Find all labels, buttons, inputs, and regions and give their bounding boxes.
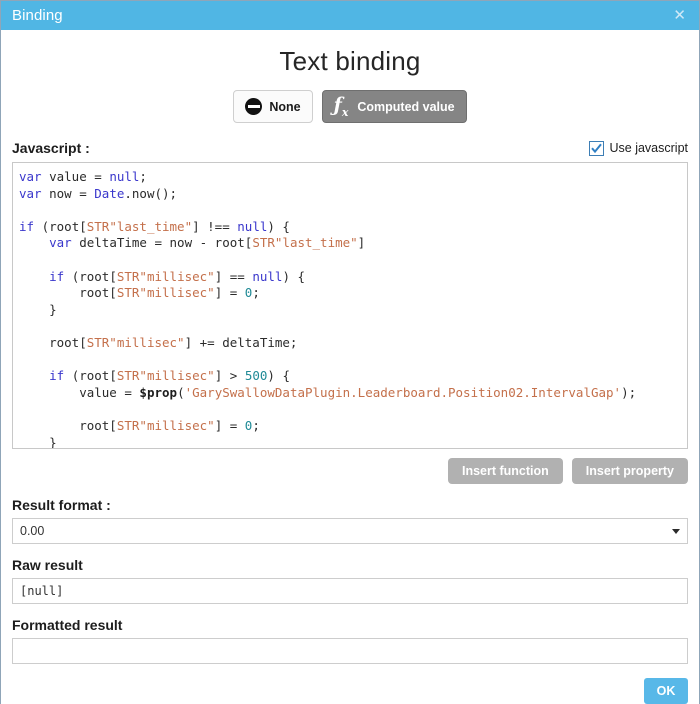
javascript-code-editor[interactable]: var value = null; var now = Date.now(); … xyxy=(12,162,688,449)
page-title: Text binding xyxy=(12,30,688,77)
result-format-select[interactable]: 0.00 xyxy=(12,518,688,544)
code-content: var value = null; var now = Date.now(); … xyxy=(19,169,687,449)
chevron-down-icon xyxy=(672,529,680,534)
use-javascript-label: Use javascript xyxy=(610,141,689,155)
insert-button-row: Insert function Insert property xyxy=(12,458,688,484)
result-format-label: Result format : xyxy=(12,497,688,513)
formatted-result-label: Formatted result xyxy=(12,617,688,633)
raw-result-value: [null] xyxy=(20,584,63,598)
result-format-value: 0.00 xyxy=(20,524,44,538)
raw-result-label: Raw result xyxy=(12,557,688,573)
ok-button[interactable]: OK xyxy=(644,678,688,704)
window-title: Binding xyxy=(12,7,63,24)
binding-dialog: Binding ✕ Text binding None ƒx Computed … xyxy=(0,0,700,704)
checkmark-icon xyxy=(591,143,602,154)
title-bar: Binding ✕ xyxy=(1,1,699,30)
insert-function-button[interactable]: Insert function xyxy=(448,458,563,484)
no-entry-icon xyxy=(245,98,262,115)
checkbox-icon[interactable] xyxy=(589,141,604,156)
fx-icon: ƒx xyxy=(334,96,351,118)
binding-mode-group: None ƒx Computed value xyxy=(12,90,688,123)
dialog-footer: OK xyxy=(12,678,688,704)
javascript-header-row: Javascript : Use javascript xyxy=(12,140,688,156)
formatted-result-input[interactable] xyxy=(12,638,688,664)
dialog-body: Text binding None ƒx Computed value Java… xyxy=(1,30,699,704)
mode-button-computed-value[interactable]: ƒx Computed value xyxy=(322,90,467,123)
close-icon[interactable]: ✕ xyxy=(670,6,689,25)
insert-property-button[interactable]: Insert property xyxy=(572,458,688,484)
mode-button-none[interactable]: None xyxy=(233,90,312,123)
mode-button-computed-value-label: Computed value xyxy=(357,100,454,114)
javascript-label: Javascript : xyxy=(12,140,90,156)
use-javascript-toggle[interactable]: Use javascript xyxy=(589,141,689,156)
mode-button-none-label: None xyxy=(269,100,300,114)
raw-result-input[interactable]: [null] xyxy=(12,578,688,604)
